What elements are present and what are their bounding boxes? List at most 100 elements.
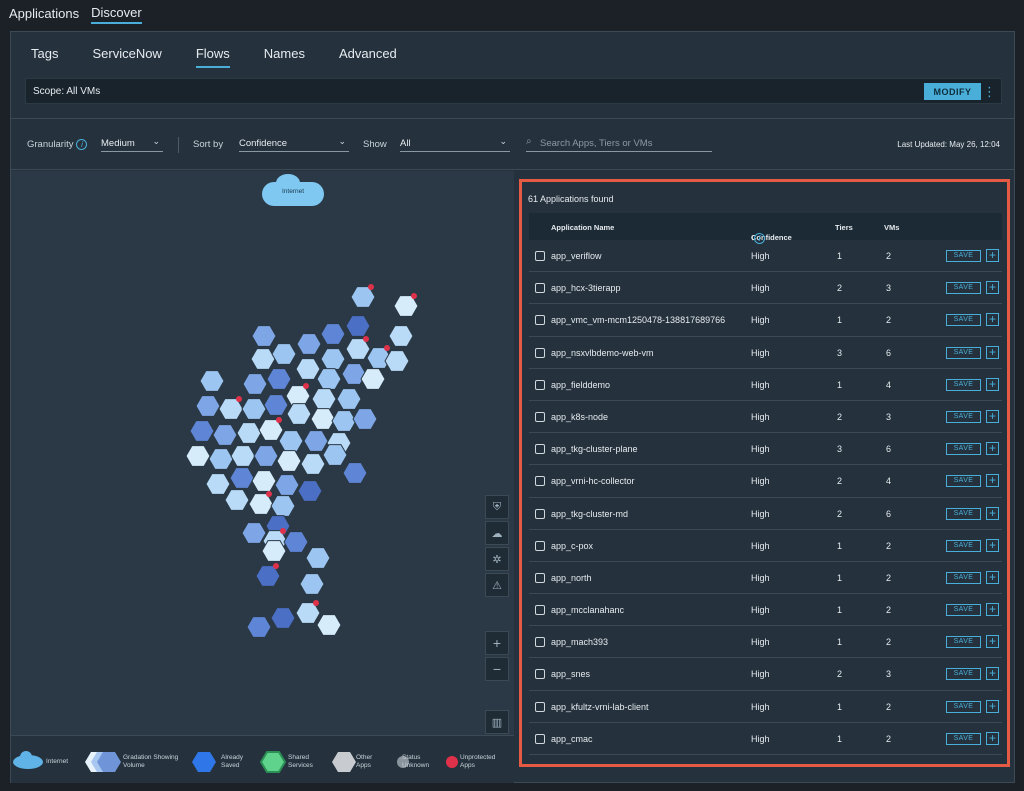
app-hex[interactable] xyxy=(250,348,276,370)
app-hex[interactable] xyxy=(241,522,267,544)
app-hex[interactable] xyxy=(189,420,215,442)
app-hex[interactable] xyxy=(278,430,304,452)
app-hex[interactable] xyxy=(283,531,309,553)
table-row[interactable]: app_veriflow High 1 2 SAVE + xyxy=(529,240,1002,273)
app-hex[interactable] xyxy=(311,388,337,410)
hex-cluster[interactable] xyxy=(11,171,514,783)
tab-servicenow[interactable]: ServiceNow xyxy=(92,40,161,68)
add-icon[interactable]: + xyxy=(986,635,999,649)
shield-icon[interactable]: ⛨ xyxy=(485,495,509,519)
app-hex[interactable] xyxy=(336,388,362,410)
app-hex[interactable] xyxy=(305,547,331,569)
row-checkbox[interactable] xyxy=(535,476,545,487)
app-hex[interactable] xyxy=(246,616,272,638)
add-icon[interactable]: + xyxy=(986,249,999,262)
save-button[interactable]: SAVE xyxy=(946,443,981,456)
app-hex[interactable] xyxy=(299,573,325,595)
app-hex[interactable] xyxy=(242,373,268,395)
table-row[interactable]: app_hcx-3tierapp High 2 3 SAVE + xyxy=(529,272,1002,305)
add-icon[interactable]: + xyxy=(986,570,999,584)
table-row[interactable]: app_vmc_vm-mcm1250478-138817689766 High 1 2… xyxy=(529,304,1002,337)
table-row[interactable]: app_mach393 High 1 2 SAVE + xyxy=(529,626,1002,659)
table-row[interactable]: app_north High 1 2 SAVE + xyxy=(529,562,1002,595)
app-hex[interactable] xyxy=(230,445,256,467)
add-icon[interactable]: + xyxy=(986,731,999,745)
app-hex[interactable] xyxy=(295,358,321,380)
table-row[interactable]: app_fielddemo High 1 4 SAVE + xyxy=(529,369,1002,401)
granularity-select[interactable]: Medium ⌄ xyxy=(101,136,163,152)
app-hex[interactable] xyxy=(236,422,262,444)
zoom-in-icon[interactable]: + xyxy=(485,631,509,655)
app-hex[interactable] xyxy=(241,398,267,420)
app-hex[interactable] xyxy=(270,495,296,517)
table-row[interactable]: app_vrni-hc-collector High 2 4 SAVE + xyxy=(529,465,1002,498)
app-hex[interactable] xyxy=(388,325,414,347)
app-hex[interactable] xyxy=(345,315,371,337)
save-button[interactable]: SAVE xyxy=(946,282,981,295)
table-row[interactable]: app_snes High 2 3 SAVE + xyxy=(529,658,1002,691)
add-icon[interactable]: + xyxy=(986,442,999,456)
app-hex[interactable] xyxy=(352,408,378,430)
modify-button[interactable]: MODIFY xyxy=(924,83,981,100)
app-hex[interactable] xyxy=(342,462,368,484)
save-button[interactable]: SAVE xyxy=(946,668,981,681)
app-hex[interactable] xyxy=(286,403,312,425)
save-button[interactable]: SAVE xyxy=(946,732,981,745)
app-hex[interactable] xyxy=(331,410,357,432)
table-row[interactable]: app_kfultz-vrni-lab-client High 1 2 SAVE + xyxy=(529,691,1002,723)
app-hex[interactable] xyxy=(297,480,323,502)
row-checkbox[interactable] xyxy=(535,733,545,744)
tab-names[interactable]: Names xyxy=(264,40,305,68)
app-hex[interactable] xyxy=(300,453,326,475)
add-icon[interactable]: + xyxy=(986,538,999,552)
app-hex[interactable] xyxy=(274,474,300,496)
save-button[interactable]: SAVE xyxy=(946,571,981,584)
header-vms[interactable]: VMs xyxy=(884,223,899,232)
app-hex[interactable] xyxy=(320,323,346,345)
cloud-filter-icon[interactable]: ☁ xyxy=(485,521,509,545)
add-icon[interactable]: + xyxy=(986,474,999,488)
app-hex[interactable] xyxy=(303,430,329,452)
app-hex[interactable] xyxy=(316,368,342,390)
row-checkbox[interactable] xyxy=(535,637,545,648)
app-hex[interactable] xyxy=(199,370,225,392)
row-checkbox[interactable] xyxy=(535,605,545,616)
table-row[interactable]: app_c-pox High 1 2 SAVE + xyxy=(529,530,1002,562)
app-hex[interactable] xyxy=(205,473,231,495)
app-hex[interactable] xyxy=(276,450,302,472)
row-checkbox[interactable] xyxy=(535,572,545,583)
row-checkbox[interactable] xyxy=(535,444,545,455)
save-button[interactable]: SAVE xyxy=(946,314,981,327)
add-icon[interactable]: + xyxy=(986,409,999,423)
table-row[interactable]: app_tkg-cluster-md High 2 6 SAVE + xyxy=(529,498,1002,530)
show-select[interactable]: All ⌄ xyxy=(400,136,510,152)
table-row[interactable]: app_nsxvlbdemo-web-vm High 3 6 SAVE + xyxy=(529,337,1002,369)
save-button[interactable]: SAVE xyxy=(946,604,981,617)
row-checkbox[interactable] xyxy=(535,315,545,326)
row-checkbox[interactable] xyxy=(535,669,545,680)
add-icon[interactable]: + xyxy=(986,603,999,617)
row-checkbox[interactable] xyxy=(535,251,545,261)
nav-discover[interactable]: Discover xyxy=(91,5,142,24)
app-hex[interactable] xyxy=(266,368,292,390)
add-icon[interactable]: + xyxy=(986,699,999,713)
header-tiers[interactable]: Tiers xyxy=(835,223,853,232)
row-checkbox[interactable] xyxy=(535,379,545,390)
save-button[interactable]: SAVE xyxy=(946,539,981,552)
app-hex[interactable] xyxy=(208,448,234,470)
save-button[interactable]: SAVE xyxy=(946,636,981,649)
save-button[interactable]: SAVE xyxy=(946,507,981,520)
app-hex[interactable] xyxy=(224,489,250,511)
save-button[interactable]: SAVE xyxy=(946,378,981,391)
app-hex[interactable] xyxy=(251,470,277,492)
add-icon[interactable]: + xyxy=(986,345,999,359)
more-options-icon[interactable]: ⋮ xyxy=(983,83,996,100)
save-button[interactable]: SAVE xyxy=(946,250,981,262)
internet-cloud-icon[interactable]: Internet xyxy=(262,174,324,206)
tab-advanced[interactable]: Advanced xyxy=(339,40,397,68)
app-hex[interactable] xyxy=(270,607,296,629)
save-button[interactable]: SAVE xyxy=(946,346,981,359)
app-hex[interactable] xyxy=(320,348,346,370)
app-hex[interactable] xyxy=(251,325,277,347)
add-icon[interactable]: + xyxy=(986,667,999,681)
